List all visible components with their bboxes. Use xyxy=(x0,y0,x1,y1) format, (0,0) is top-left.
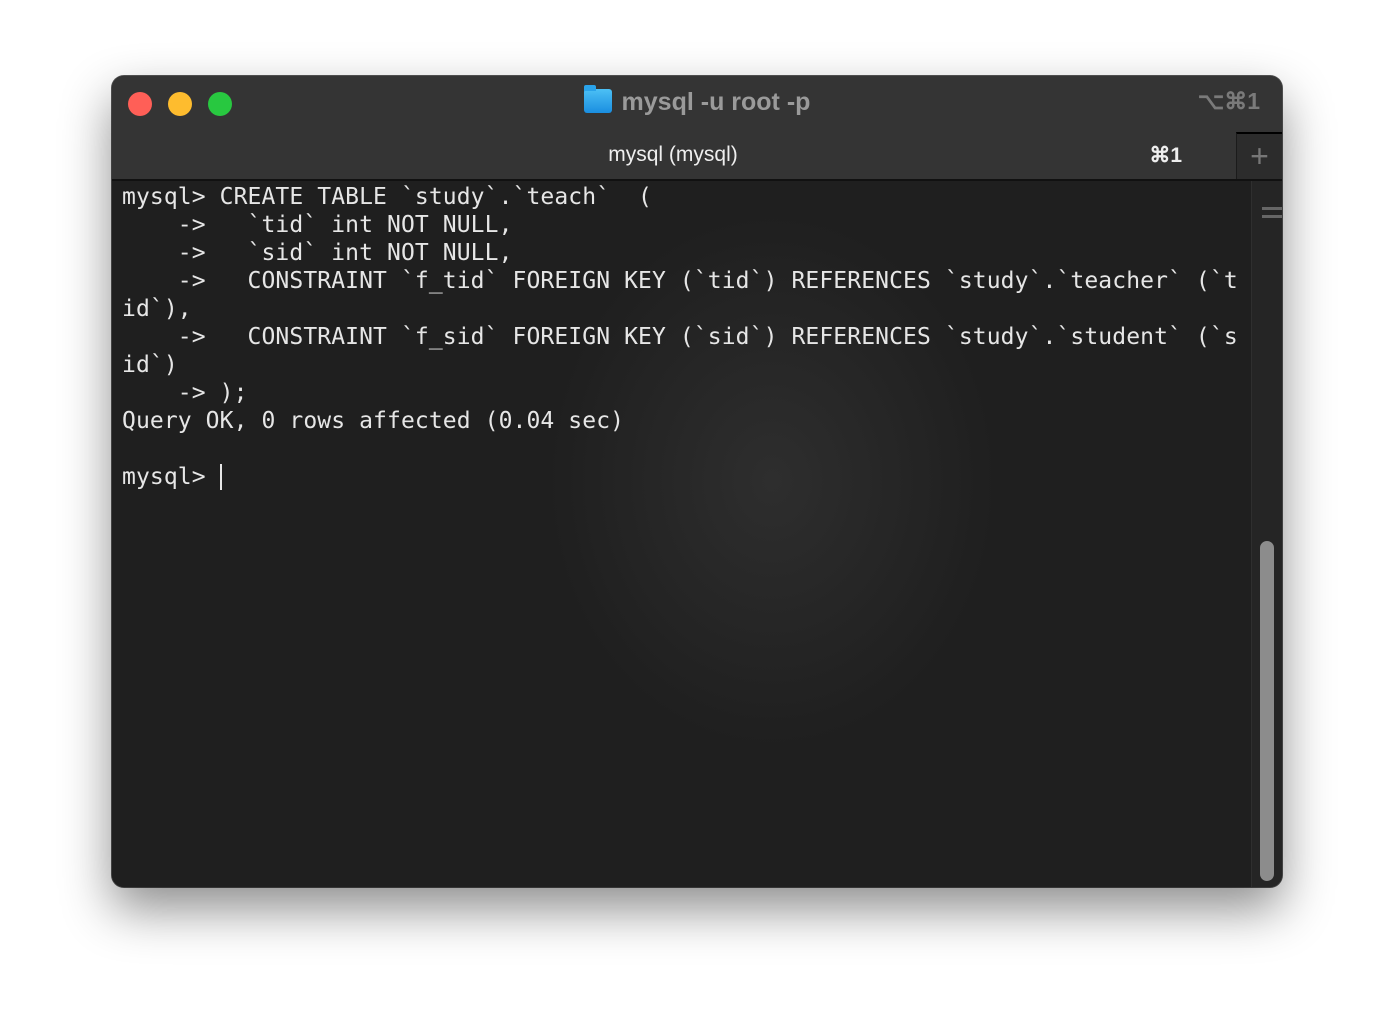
output-line: -> CONSTRAINT `f_sid` FOREIGN KEY (`sid`… xyxy=(122,324,1238,350)
terminal-text: mysql> CREATE TABLE `study`.`teach` ( ->… xyxy=(122,183,1238,491)
text-cursor xyxy=(219,464,222,490)
window-title: mysql -u root -p xyxy=(112,85,1282,117)
tab-bar: mysql (mysql) ⌘1 + xyxy=(112,132,1282,181)
window-title-text: mysql -u root -p xyxy=(621,88,811,116)
tab-label: mysql (mysql) xyxy=(608,143,738,166)
terminal-output[interactable]: mysql> CREATE TABLE `study`.`teach` ( ->… xyxy=(112,181,1252,887)
tab-mysql[interactable]: mysql (mysql) ⌘1 xyxy=(112,132,1234,179)
title-bar: mysql -u root -p ⌥⌘1 xyxy=(112,76,1282,132)
output-line: -> `tid` int NOT NULL, xyxy=(122,212,513,238)
window-shortcut: ⌥⌘1 xyxy=(1197,88,1260,114)
scroll-grip xyxy=(1262,207,1282,210)
output-line: mysql> CREATE TABLE `study`.`teach` ( xyxy=(122,184,652,210)
output-line: -> `sid` int NOT NULL, xyxy=(122,240,513,266)
output-line: -> ); xyxy=(122,380,248,406)
prompt: mysql> xyxy=(122,464,220,490)
output-line: Query OK, 0 rows affected (0.04 sec) xyxy=(122,408,625,434)
output-line: -> CONSTRAINT `f_tid` FOREIGN KEY (`tid`… xyxy=(122,268,1238,294)
scrollbar[interactable] xyxy=(1251,181,1282,887)
folder-icon xyxy=(583,85,612,113)
tab-shortcut: ⌘1 xyxy=(1149,144,1182,167)
new-tab-button[interactable]: + xyxy=(1236,132,1282,179)
output-line: id`) xyxy=(122,352,178,378)
terminal-window: mysql -u root -p ⌥⌘1 mysql (mysql) ⌘1 + … xyxy=(112,76,1282,887)
scroll-grip xyxy=(1262,215,1282,218)
output-line: id`), xyxy=(122,296,192,322)
scrollbar-thumb[interactable] xyxy=(1260,541,1274,881)
